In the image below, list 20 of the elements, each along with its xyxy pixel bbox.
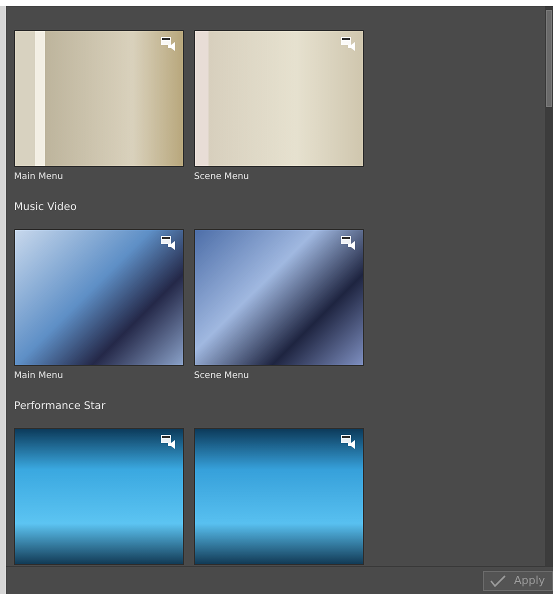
category-heading: Music Video bbox=[14, 201, 78, 213]
film-speaker-icon bbox=[161, 435, 177, 449]
template-preview[interactable] bbox=[194, 229, 364, 366]
template-preview[interactable] bbox=[14, 428, 184, 565]
template-caption: Scene Menu bbox=[194, 371, 250, 382]
template-preview[interactable] bbox=[194, 428, 364, 565]
template-caption: Main Menu bbox=[14, 371, 64, 382]
film-speaker-icon bbox=[161, 236, 177, 250]
template-preview[interactable] bbox=[194, 30, 364, 167]
template-caption: Scene Menu bbox=[194, 172, 250, 183]
template-preview[interactable] bbox=[14, 30, 184, 167]
film-speaker-icon bbox=[341, 236, 357, 250]
category-heading: Performance Star bbox=[14, 400, 106, 412]
checkmark-icon bbox=[490, 574, 506, 586]
film-speaker-icon bbox=[161, 37, 177, 51]
template-caption: Main Menu bbox=[14, 172, 64, 183]
template-preview[interactable] bbox=[14, 229, 184, 366]
film-speaker-icon bbox=[341, 435, 357, 449]
scrollbar-thumb[interactable] bbox=[546, 10, 552, 107]
film-speaker-icon bbox=[341, 37, 357, 51]
